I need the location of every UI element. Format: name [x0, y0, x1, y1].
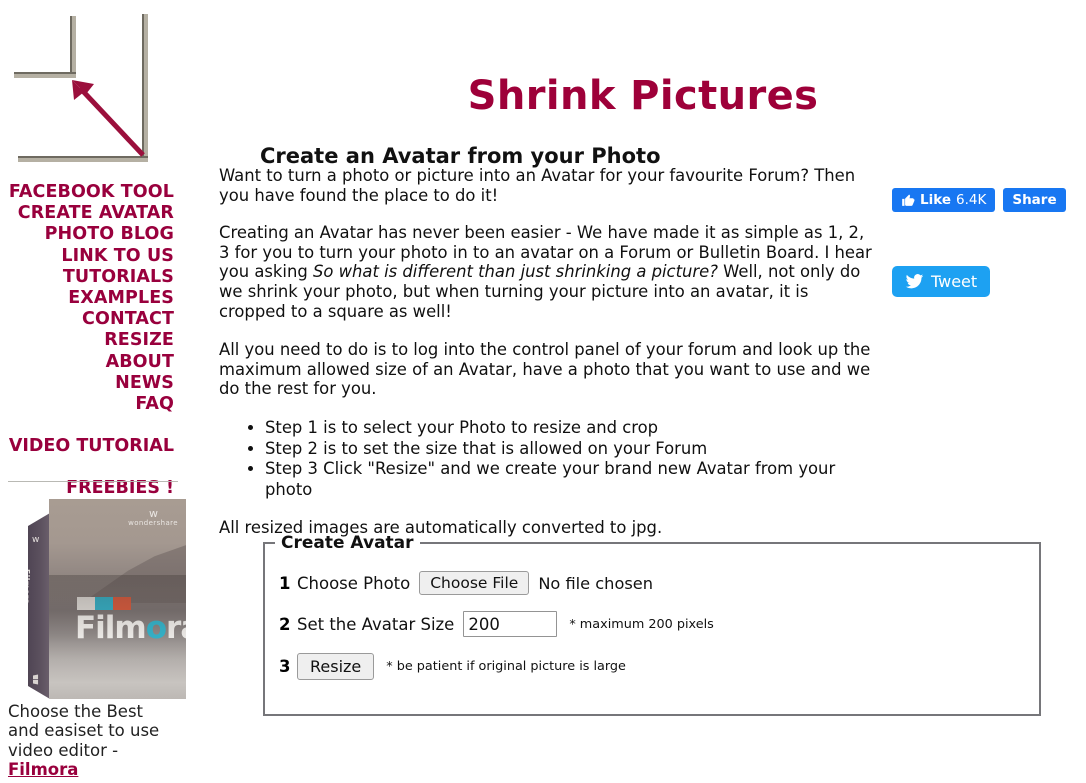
twitter-bird-icon [905, 272, 924, 291]
form-row-choose-photo: 1 Choose Photo Choose File No file chose… [279, 571, 1039, 595]
site-logo[interactable] [10, 12, 170, 170]
twitter-tweet-label: Tweet [931, 272, 978, 291]
wondershare-logo-icon: w wondershare [128, 507, 178, 527]
resize-hint: * be patient if original picture is larg… [386, 659, 626, 674]
filmora-ad-caption: Choose the Best and easiset to use video… [8, 702, 198, 780]
main-content: Want to turn a photo or picture into an … [219, 166, 879, 557]
description-italic-question: So what is different than just shrinking… [312, 262, 718, 282]
sidebar-item-tutorials[interactable]: TUTORIALS [0, 267, 174, 288]
sidebar: FACEBOOK TOOL CREATE AVATAR PHOTO BLOG L… [0, 0, 200, 783]
sidebar-item-resize[interactable]: RESIZE [0, 330, 174, 351]
ad-caption-line-1: Choose the Best [8, 702, 144, 721]
facebook-social-row: Like 6.4K Share [892, 188, 1066, 212]
list-item: Step 1 is to select your Photo to resize… [265, 418, 879, 439]
description-paragraph: Creating an Avatar has never been easier… [219, 223, 879, 321]
intro-paragraph: Want to turn a photo or picture into an … [219, 166, 856, 205]
facebook-like-count: 6.4K [956, 192, 987, 208]
avatar-size-input[interactable] [463, 611, 558, 637]
thumbs-up-icon [901, 193, 915, 207]
sidebar-item-facebook-tool[interactable]: FACEBOOK TOOL [0, 182, 174, 203]
twitter-tweet-button[interactable]: Tweet [892, 266, 991, 297]
create-avatar-form: Create Avatar 1 Choose Photo Choose File… [263, 533, 1041, 716]
step-1-number: 1 [279, 573, 291, 593]
ad-box-spine: w Filmora [28, 513, 50, 699]
form-row-resize: 3 Resize * be patient if original pictur… [279, 653, 1039, 680]
facebook-like-label: Like [920, 192, 952, 208]
sidebar-nav: FACEBOOK TOOL CREATE AVATAR PHOTO BLOG L… [0, 182, 174, 500]
ad-color-swatches [77, 597, 131, 610]
ad-scenery [82, 543, 186, 603]
shrink-arrow-logo-icon [14, 14, 148, 162]
create-avatar-legend: Create Avatar [281, 533, 414, 553]
ad-caption-brand-link[interactable]: Filmora [8, 760, 198, 779]
site-title: Shrink Pictures [467, 72, 819, 119]
page-root: FACEBOOK TOOL CREATE AVATAR PHOTO BLOG L… [0, 0, 1086, 783]
sidebar-item-video-tutorial[interactable]: VIDEO TUTORIAL [0, 436, 174, 457]
facebook-share-label: Share [1012, 192, 1057, 208]
file-chosen-status: No file chosen [538, 573, 654, 593]
facebook-like-button[interactable]: Like 6.4K [892, 188, 996, 212]
sidebar-item-photo-blog[interactable]: PHOTO BLOG [0, 224, 174, 245]
form-row-avatar-size: 2 Set the Avatar Size * maximum 200 pixe… [279, 611, 1039, 637]
sidebar-item-link-to-us[interactable]: LINK TO US [0, 246, 174, 267]
ad-product-name: Filmora [75, 610, 186, 646]
list-item: Step 2 is to set the size that is allowe… [265, 439, 879, 460]
choose-file-button[interactable]: Choose File [419, 571, 530, 595]
sidebar-item-examples[interactable]: EXAMPLES [0, 288, 174, 309]
sidebar-item-news[interactable]: NEWS [0, 373, 174, 394]
avatar-size-label: Set the Avatar Size [297, 614, 455, 634]
list-item: Step 3 Click "Resize" and we create your… [265, 459, 879, 500]
avatar-size-hint: * maximum 200 pixels [569, 616, 714, 632]
nav-spacer-2 [0, 457, 174, 478]
sidebar-item-create-avatar[interactable]: CREATE AVATAR [0, 203, 174, 224]
ad-box-front: w wondershare Filmora [49, 499, 186, 699]
ad-caption-line-2: and easiset to use [8, 721, 160, 741]
facebook-share-button[interactable]: Share [1003, 188, 1066, 212]
steps-list: Step 1 is to select your Photo to resize… [219, 418, 879, 500]
filmora-ad-image[interactable]: w Filmora w wondershare Filmora [28, 499, 186, 699]
ad-caption-line-3: video editor - [8, 740, 119, 760]
sidebar-item-about[interactable]: ABOUT [0, 352, 174, 373]
windows-icon [33, 674, 39, 685]
ad-spine-brand-mark: w [32, 535, 39, 545]
ad-spine-title: Filmora [22, 569, 31, 605]
sidebar-item-faq[interactable]: FAQ [0, 394, 174, 415]
sidebar-divider [8, 481, 178, 482]
choose-photo-label: Choose Photo [297, 573, 411, 593]
instructions-paragraph: All you need to do is to log into the co… [219, 340, 871, 399]
resize-button[interactable]: Resize [297, 653, 375, 680]
sidebar-item-contact[interactable]: CONTACT [0, 309, 174, 330]
step-3-number: 3 [279, 657, 291, 676]
step-2-number: 2 [279, 614, 291, 634]
nav-spacer-1 [0, 415, 174, 436]
